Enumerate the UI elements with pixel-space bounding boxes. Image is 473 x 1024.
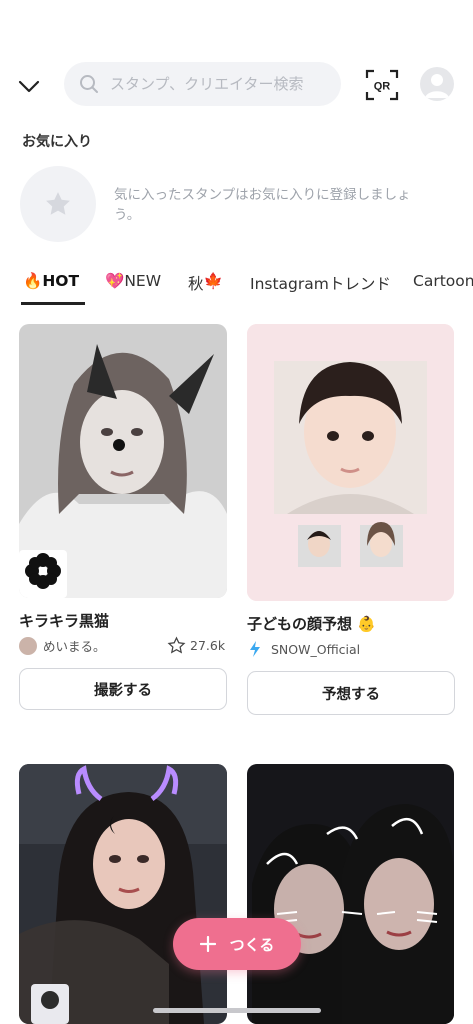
like-button[interactable]: 27.6k [167, 636, 225, 655]
plus-icon [199, 936, 216, 952]
tab-new[interactable]: 💖 NEW [105, 268, 161, 308]
search-icon [80, 75, 98, 93]
fire-icon: 🔥 [23, 272, 43, 290]
favorites-empty-message: 気に入ったスタンプはお気に入りに登録しましょう。 [114, 187, 411, 223]
sticker-preview-black-cat[interactable] [19, 324, 227, 598]
star-icon [46, 192, 70, 215]
create-button[interactable]: つくる [173, 918, 301, 970]
tab-cartoon[interactable]: Cartoon [413, 268, 473, 308]
profile-avatar[interactable] [420, 67, 454, 101]
back-chevron-icon[interactable] [14, 72, 44, 100]
creator-name: めいまる。 [43, 639, 106, 654]
active-tab-indicator [21, 302, 85, 305]
sticker-preview-cat-ears[interactable] [247, 764, 454, 1024]
create-button-label: つくる [229, 935, 275, 954]
shoot-button[interactable]: 撮影する [19, 668, 227, 710]
creator-avatar [19, 636, 37, 655]
search-bar[interactable] [64, 62, 341, 106]
maple-leaf-icon: 🍁 [203, 272, 223, 290]
creator-row[interactable]: めいまる。 [19, 636, 106, 655]
heart-icon: 💖 [105, 272, 125, 290]
tab-autumn[interactable]: 秋 🍁 [188, 268, 223, 308]
card-title[interactable]: キラキラ黒猫 [19, 610, 109, 631]
star-outline-icon [167, 636, 186, 654]
creator-row[interactable]: SNOW_Official [247, 640, 360, 658]
creator-name: SNOW_Official [271, 641, 361, 657]
tab-instagram-trend[interactable]: Instagramトレンド [250, 268, 391, 308]
like-count: 27.6k [190, 638, 226, 653]
lightning-icon [250, 641, 260, 657]
predict-button[interactable]: 予想する [247, 671, 455, 715]
favorites-placeholder [20, 166, 96, 242]
qr-scan-button[interactable]: QR [364, 68, 400, 102]
sticker-preview-devil[interactable] [19, 764, 227, 1024]
favorites-title: お気に入り [22, 134, 92, 150]
home-indicator [153, 1008, 321, 1013]
sticker-preview-child-face[interactable] [247, 324, 454, 601]
qr-label: QR [374, 81, 391, 93]
card-title[interactable]: 子どもの顔予想 👶 [247, 613, 376, 634]
search-input[interactable] [108, 74, 322, 94]
